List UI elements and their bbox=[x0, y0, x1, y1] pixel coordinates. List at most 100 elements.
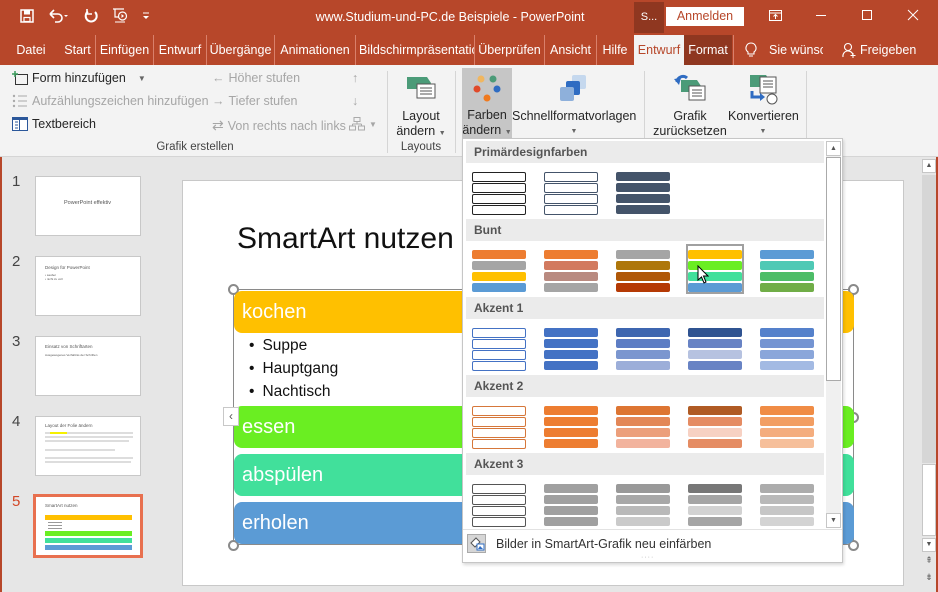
color-variant-option[interactable] bbox=[614, 400, 672, 450]
color-variant-option[interactable] bbox=[470, 400, 528, 450]
color-variant-option[interactable] bbox=[470, 478, 528, 528]
color-variant-option[interactable] bbox=[686, 322, 744, 372]
gallery-scroll-down-icon[interactable]: ▼ bbox=[826, 513, 841, 528]
tab-smartart-entwurf[interactable]: Entwurf bbox=[634, 35, 684, 65]
group-label-layouts: Layouts bbox=[400, 141, 442, 153]
share-button[interactable]: Freigeben bbox=[860, 35, 916, 65]
color-swatch-bar bbox=[760, 261, 814, 270]
text-pane-toggle-icon[interactable]: ‹ bbox=[223, 407, 239, 426]
promote-button[interactable]: ← Höher stufen bbox=[212, 71, 300, 85]
color-variant-option[interactable] bbox=[758, 244, 816, 294]
color-variant-option[interactable] bbox=[614, 478, 672, 528]
slide-thumbnail-4[interactable]: Layout der Folie ändern bbox=[35, 416, 141, 476]
change-colors-button[interactable]: Farben ändern ▼ bbox=[462, 68, 512, 139]
color-variant-option[interactable] bbox=[542, 166, 600, 216]
slide-title[interactable]: SmartArt nutzen bbox=[237, 222, 454, 256]
tab-bildschirmpraesentation[interactable]: Bildschirmpräsentation bbox=[355, 35, 474, 65]
ribbon-tab-bar: Datei Start Einfügen Entwurf Übergänge A… bbox=[0, 35, 938, 65]
color-swatch-bar bbox=[544, 439, 598, 448]
share-person-icon[interactable] bbox=[840, 35, 858, 65]
color-variant-option[interactable] bbox=[758, 478, 816, 528]
vertical-scrollbar[interactable]: ▲ ▼ ⇞ ⇟ bbox=[921, 157, 938, 592]
slide-thumbnail-3[interactable]: Einsatz von Schriftarten Ausgewogenes Ve… bbox=[35, 336, 141, 396]
tab-hilfe[interactable]: Hilfe bbox=[596, 35, 633, 65]
color-swatch-bar bbox=[688, 428, 742, 437]
tab-einfuegen[interactable]: Einfügen bbox=[95, 35, 153, 65]
sign-in-button[interactable]: Anmelden bbox=[666, 7, 744, 26]
color-swatch-bar bbox=[760, 495, 814, 504]
color-variant-option[interactable] bbox=[542, 244, 600, 294]
close-icon[interactable] bbox=[898, 6, 928, 28]
tab-animationen[interactable]: Animationen bbox=[274, 35, 355, 65]
color-variant-option[interactable] bbox=[470, 322, 528, 372]
color-variant-option[interactable] bbox=[542, 322, 600, 372]
tab-smartart-format[interactable]: Format bbox=[684, 35, 732, 65]
recolor-pictures-option[interactable]: Bilder in SmartArt-Grafik neu einfärben … bbox=[463, 529, 842, 562]
next-slide-icon[interactable]: ⇟ bbox=[922, 572, 936, 586]
move-down-icon[interactable]: ↓ bbox=[352, 94, 358, 108]
chevron-down-icon: ▼ bbox=[759, 128, 767, 135]
slide-number: 3 bbox=[12, 333, 21, 350]
tab-ansicht[interactable]: Ansicht bbox=[544, 35, 596, 65]
color-variant-option[interactable] bbox=[614, 166, 672, 216]
tab-uebergaenge[interactable]: Übergänge bbox=[206, 35, 274, 65]
title-bar: www.Studium-und-PC.de Beispiele - PowerP… bbox=[0, 0, 938, 35]
color-swatch-bar bbox=[616, 517, 670, 526]
layout-org-chart-icon[interactable]: ▼ bbox=[349, 117, 377, 131]
palette-dots-icon bbox=[462, 68, 512, 108]
tell-me-search[interactable]: Sie wünsc bbox=[769, 35, 823, 65]
tab-entwurf[interactable]: Entwurf bbox=[153, 35, 206, 65]
color-variant-option[interactable] bbox=[758, 322, 816, 372]
gallery-scroll-up-icon[interactable]: ▲ bbox=[826, 141, 841, 156]
color-variant-option[interactable] bbox=[470, 244, 528, 294]
minimize-icon[interactable] bbox=[806, 6, 836, 28]
ribbon-display-options-icon[interactable] bbox=[760, 6, 790, 28]
color-variant-option[interactable] bbox=[470, 166, 528, 216]
color-variant-option[interactable] bbox=[542, 400, 600, 450]
resize-grip[interactable]: ···· bbox=[641, 554, 654, 561]
color-swatch-bar bbox=[472, 406, 526, 416]
color-variant-option[interactable] bbox=[686, 400, 744, 450]
change-layout-button[interactable]: Layout ändern ▼ bbox=[394, 69, 448, 141]
gallery-scrollbar[interactable]: ▲ ▼ bbox=[826, 141, 841, 528]
scroll-down-icon[interactable]: ▼ bbox=[922, 538, 936, 552]
contextual-tools-label[interactable]: S... bbox=[634, 2, 664, 33]
slide-thumbnail-1[interactable]: PowerPoint effektiv bbox=[35, 176, 141, 236]
thumbnail-title: PowerPoint effektiv bbox=[64, 200, 111, 206]
slide-thumbnail-2[interactable]: Design für PowerPoint • sauber • nicht z… bbox=[35, 256, 141, 316]
recolor-pictures-icon bbox=[467, 534, 486, 553]
text-pane-button[interactable]: Textbereich bbox=[12, 117, 96, 131]
tab-datei[interactable]: Datei bbox=[14, 35, 48, 65]
quick-styles-button[interactable]: Schnellformatvorlagen ▼ bbox=[512, 69, 636, 139]
color-variant-option[interactable] bbox=[614, 322, 672, 372]
scroll-up-icon[interactable]: ▲ bbox=[922, 159, 936, 173]
tab-start[interactable]: Start bbox=[60, 35, 95, 65]
right-to-left-button[interactable]: ⇄ Von rechts nach links bbox=[212, 117, 346, 134]
color-variant-option[interactable] bbox=[614, 244, 672, 294]
chevron-down-icon[interactable]: ▼ bbox=[138, 74, 146, 83]
color-variant-option[interactable] bbox=[542, 478, 600, 528]
slide-thumbnail-5[interactable]: SmartArt nutzen bbox=[33, 494, 143, 558]
demote-button[interactable]: → Tiefer stufen bbox=[212, 94, 298, 108]
maximize-icon[interactable] bbox=[852, 6, 882, 28]
move-up-icon[interactable]: ↑ bbox=[352, 71, 358, 85]
color-variant-option[interactable] bbox=[758, 400, 816, 450]
lightbulb-icon[interactable] bbox=[742, 35, 760, 65]
gallery-scroll-thumb[interactable] bbox=[826, 157, 841, 381]
reset-graphic-label-1: Grafik bbox=[673, 109, 707, 123]
smartart-bullets[interactable]: Suppe Hauptgang Nachtisch bbox=[249, 334, 338, 403]
color-swatch-bar bbox=[616, 428, 670, 437]
color-swatch-bar bbox=[472, 495, 526, 505]
convert-label: Konvertieren bbox=[728, 109, 799, 123]
color-variant-option[interactable] bbox=[686, 244, 744, 294]
color-swatch-bar bbox=[544, 350, 598, 359]
previous-slide-icon[interactable]: ⇞ bbox=[922, 555, 936, 569]
tab-ueberpruefen[interactable]: Überprüfen bbox=[474, 35, 544, 65]
color-swatch-bar bbox=[544, 495, 598, 504]
scroll-thumb[interactable] bbox=[922, 464, 936, 536]
color-variant-option[interactable] bbox=[686, 478, 744, 528]
add-shape-button[interactable]: Form hinzufügen ▼ bbox=[12, 71, 146, 85]
convert-button[interactable]: Konvertieren ▼ bbox=[728, 69, 799, 139]
add-bullet-button[interactable]: Aufzählungszeichen hinzufügen bbox=[12, 94, 209, 108]
reset-graphic-button[interactable]: Grafik zurücksetzen bbox=[652, 69, 728, 139]
